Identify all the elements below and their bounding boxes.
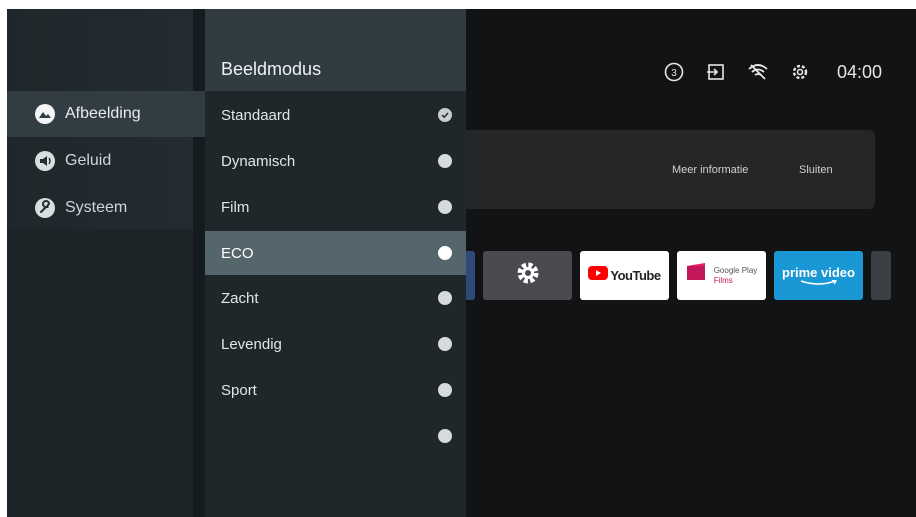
gear-icon — [514, 259, 542, 292]
category-systeem[interactable]: Systeem — [7, 185, 205, 231]
prime-video-label: prime video — [782, 265, 855, 280]
category-label: Afbeelding — [65, 105, 141, 122]
picture-mode-panel: Beeldmodus Standaard Dynamisch Film ECO … — [205, 9, 466, 517]
mode-option-label: Levendig — [221, 335, 282, 353]
wrench-icon — [34, 197, 56, 219]
category-geluid[interactable]: Geluid — [7, 138, 205, 184]
panel-divider — [193, 9, 205, 517]
google-play-label: Google Play — [713, 265, 758, 275]
youtube-play-icon — [588, 266, 609, 285]
submenu-header: Beeldmodus — [205, 9, 466, 91]
clock: 04:00 — [836, 61, 882, 82]
svg-text:3: 3 — [671, 68, 677, 79]
youtube-app-tile[interactable]: YouTube — [580, 251, 669, 300]
mode-option-levendig[interactable]: Levendig — [205, 322, 466, 366]
prime-video-app-tile[interactable]: prime video — [774, 251, 863, 300]
checkmark-icon — [438, 108, 452, 122]
status-bar: 3 04:00 — [663, 61, 882, 83]
input-source-icon[interactable] — [705, 61, 727, 83]
mode-option-dynamisch[interactable]: Dynamisch — [205, 139, 466, 183]
mode-option-label: Zacht — [221, 289, 259, 307]
tv-screen: 3 04:00 Meer informatie Sluiten YouTube … — [7, 9, 916, 517]
radio-dot-icon — [438, 246, 452, 260]
category-label: Geluid — [65, 152, 112, 169]
category-afbeelding[interactable]: Afbeelding — [7, 91, 205, 137]
mode-option-unnamed[interactable] — [205, 414, 466, 458]
mode-option-film[interactable]: Film — [205, 185, 466, 229]
picture-icon — [34, 103, 56, 125]
radio-dot-icon — [438, 337, 452, 351]
mode-option-label: Standaard — [221, 106, 291, 124]
play-films-icon — [686, 262, 708, 289]
radio-dot-icon — [438, 383, 452, 397]
radio-dot-icon — [438, 429, 452, 443]
settings-app-tile[interactable] — [483, 251, 572, 300]
mode-option-eco[interactable]: ECO — [205, 231, 466, 275]
radio-dot-icon — [438, 200, 452, 214]
mode-option-standaard[interactable]: Standaard — [205, 93, 466, 137]
google-play-films-app-tile[interactable]: Google Play Films — [677, 251, 766, 300]
mode-option-label: Sport — [221, 381, 257, 399]
category-label: Systeem — [65, 199, 128, 216]
mode-option-zacht[interactable]: Zacht — [205, 276, 466, 320]
app-tile-next[interactable] — [871, 251, 891, 300]
apps-row: YouTube Google Play Films prime video — [437, 251, 891, 300]
close-button[interactable]: Sluiten — [799, 164, 833, 176]
youtube-label: YouTube — [610, 268, 661, 283]
radio-dot-icon — [438, 154, 452, 168]
info-banner: Meer informatie Sluiten — [447, 130, 875, 209]
submenu-title: Beeldmodus — [221, 59, 322, 79]
mode-option-label: Film — [221, 198, 250, 216]
more-info-button[interactable]: Meer informatie — [672, 164, 748, 176]
mode-option-label: ECO — [221, 244, 254, 262]
radio-dot-icon — [438, 291, 452, 305]
notification-count-icon[interactable]: 3 — [663, 61, 685, 83]
prime-smile-icon — [800, 280, 837, 285]
wifi-off-icon[interactable] — [747, 61, 769, 83]
speaker-icon — [34, 150, 56, 172]
mode-option-sport[interactable]: Sport — [205, 368, 466, 412]
gear-icon[interactable] — [789, 61, 811, 83]
category-panel-bottom — [7, 229, 197, 517]
mode-option-label: Dynamisch — [221, 152, 296, 170]
films-label: Films — [713, 275, 733, 285]
